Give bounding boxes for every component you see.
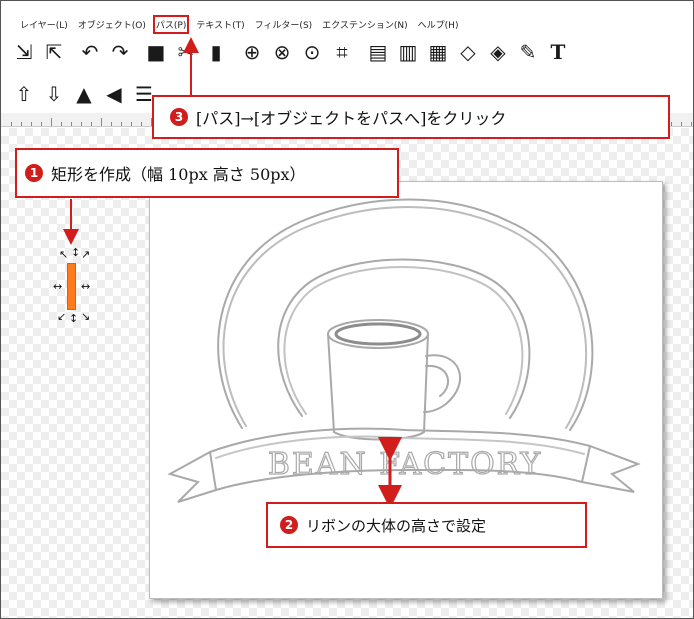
import-icon[interactable]: ⇲ bbox=[11, 39, 37, 65]
menu-path[interactable]: パス(P) bbox=[152, 14, 190, 34]
step1-callout: 1 矩形を作成（幅 10px 高さ 50px） bbox=[15, 148, 399, 198]
scale-handle-sw-icon[interactable]: ↙ bbox=[57, 311, 66, 322]
menu-extensions[interactable]: エクステンション(N) bbox=[321, 17, 409, 32]
cut-icon[interactable]: ✂ bbox=[173, 39, 199, 65]
paste-icon[interactable]: ▮ bbox=[203, 39, 229, 65]
raise-to-top-icon[interactable]: ⇧ bbox=[11, 81, 37, 107]
flip-horizontal-icon[interactable]: ▲ bbox=[71, 81, 97, 107]
scale-handle-ne-icon[interactable]: ↗ bbox=[81, 249, 90, 260]
step2-number: 2 bbox=[280, 516, 298, 534]
scale-handle-n-icon[interactable]: ↕ bbox=[71, 247, 80, 258]
ruler-tick bbox=[691, 122, 692, 126]
ruler-tick bbox=[21, 122, 22, 126]
menu-layer[interactable]: レイヤー(L) bbox=[19, 17, 69, 32]
pen-icon[interactable]: ✎ bbox=[515, 39, 541, 65]
zoom-drawing-icon[interactable]: ⊗ bbox=[269, 39, 295, 65]
step2-callout: 2 リボンの大体の高さで設定 bbox=[266, 502, 587, 548]
flip-vertical-icon[interactable]: ◀ bbox=[101, 81, 127, 107]
node-editor-icon[interactable]: ◇ bbox=[455, 39, 481, 65]
paste-in-place-icon[interactable]: ▥ bbox=[395, 39, 421, 65]
step2-text: リボンの大体の高さで設定 bbox=[306, 516, 487, 535]
select-all-icon[interactable]: ⌗ bbox=[329, 39, 355, 65]
export-icon[interactable]: ⇱ bbox=[41, 39, 67, 65]
ruler-tick bbox=[71, 122, 72, 126]
menu-object[interactable]: オブジェクト(O) bbox=[77, 17, 147, 32]
step3-text: [パス]→[オブジェクトをパスへ]をクリック bbox=[196, 109, 507, 128]
ruler-tick bbox=[101, 118, 102, 126]
ruler-tick bbox=[671, 122, 672, 126]
zoom-page-icon[interactable]: ⊙ bbox=[299, 39, 325, 65]
ruler-tick bbox=[11, 122, 12, 126]
ruler-tick bbox=[91, 122, 92, 126]
step3-callout: 3 [パス]→[オブジェクトをパスへ]をクリック bbox=[152, 95, 670, 139]
ruler-tick bbox=[141, 122, 142, 126]
ruler-tick bbox=[41, 122, 42, 126]
menu-bar: レイヤー(L) オブジェクト(O) パス(P) テキスト(T) フィルター(S)… bbox=[1, 14, 693, 34]
scale-handle-s-icon[interactable]: ↕ bbox=[69, 313, 78, 324]
menu-help[interactable]: ヘルプ(H) bbox=[417, 17, 460, 32]
menu-text[interactable]: テキスト(T) bbox=[195, 17, 245, 32]
scale-handle-nw-icon[interactable]: ↖ bbox=[59, 249, 68, 260]
tool-controls-toolbar: ⇧ ⇩ ▲ ◀ ☰ bbox=[11, 79, 161, 109]
ruler-tick bbox=[81, 122, 82, 126]
scale-handle-e-icon[interactable]: ↔ bbox=[81, 281, 90, 292]
paste-size-icon[interactable]: ▦ bbox=[425, 39, 451, 65]
application-window: レイヤー(L) オブジェクト(O) パス(P) テキスト(T) フィルター(S)… bbox=[0, 0, 694, 619]
redo-icon[interactable]: ↷ bbox=[107, 39, 133, 65]
ruler-tick bbox=[681, 122, 682, 126]
undo-icon[interactable]: ↶ bbox=[77, 39, 103, 65]
ruler-tick bbox=[51, 118, 52, 126]
step3-number: 3 bbox=[170, 108, 188, 126]
step1-number: 1 bbox=[25, 164, 43, 182]
copy-icon[interactable]: ▤ bbox=[365, 39, 391, 65]
path-effects-icon[interactable]: ◈ bbox=[485, 39, 511, 65]
scale-handle-se-icon[interactable]: ↘ bbox=[81, 311, 90, 322]
step1-text: 矩形を作成（幅 10px 高さ 50px） bbox=[51, 165, 306, 184]
rectangle-object[interactable] bbox=[67, 263, 76, 310]
commands-toolbar: ⇲ ⇱ ↶ ↷ ■ ✂ ▮ ⊕ ⊗ ⊙ ⌗ ▤ ▥ ▦ ◇ ◈ ✎ T bbox=[11, 37, 575, 67]
ruler-tick bbox=[121, 122, 122, 126]
ruler-tick bbox=[111, 122, 112, 126]
menu-filters[interactable]: フィルター(S) bbox=[254, 17, 314, 32]
ruler-tick bbox=[131, 122, 132, 126]
text-icon[interactable]: T bbox=[545, 39, 571, 65]
ruler-tick bbox=[31, 122, 32, 126]
ribbon-text: BEAN FACTORY bbox=[268, 447, 542, 482]
zoom-fit-icon[interactable]: ⊕ bbox=[239, 39, 265, 65]
ruler-tick bbox=[61, 122, 62, 126]
lower-icon[interactable]: ⇩ bbox=[41, 81, 67, 107]
scale-handle-w-icon[interactable]: ↔ bbox=[53, 281, 62, 292]
duplicate-icon[interactable]: ■ bbox=[143, 39, 169, 65]
